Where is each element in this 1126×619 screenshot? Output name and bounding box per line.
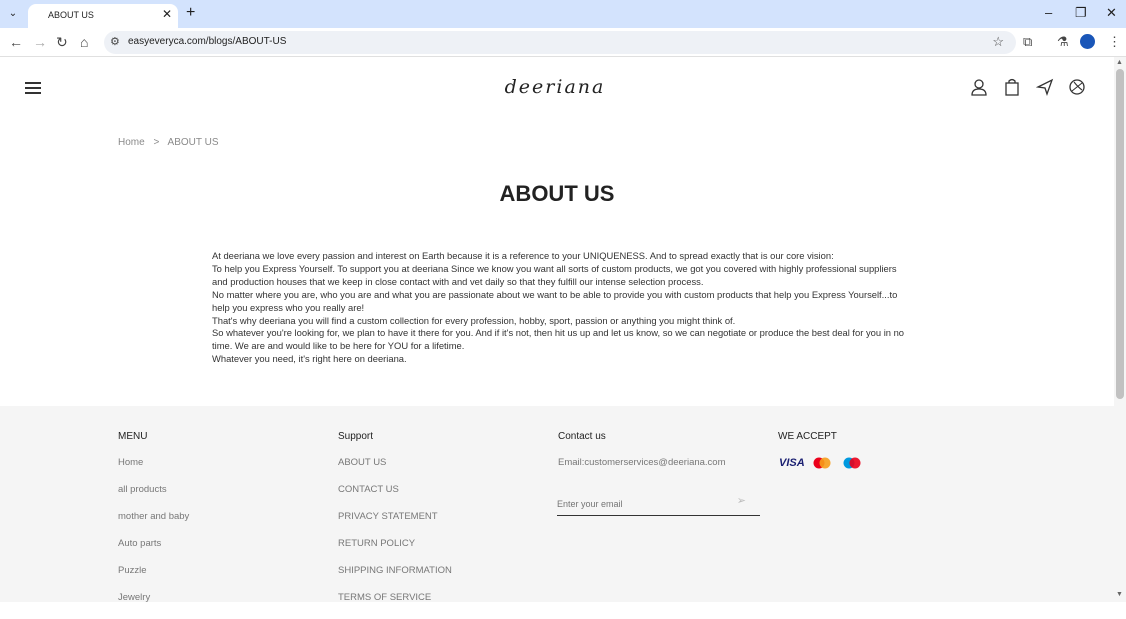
site-info-icon[interactable]: ⚙ [110, 35, 120, 48]
bookmark-star-icon[interactable]: ☆ [992, 34, 1004, 50]
tab-title: ABOUT US [48, 10, 94, 20]
scroll-up-icon[interactable]: ▲ [1116, 59, 1123, 66]
close-tab-icon[interactable]: ✕ [162, 7, 172, 21]
reload-icon[interactable]: ↻ [56, 34, 68, 51]
page-title: ABOUT US [499, 181, 615, 206]
footer-link-shipping[interactable]: SHIPPING INFORMATION [338, 565, 452, 592]
scroll-down-icon[interactable]: ▼ [1116, 591, 1123, 598]
send-icon[interactable]: ➢ [737, 494, 746, 507]
footer-link-jewelry[interactable]: Jewelry [118, 592, 189, 619]
scrollbar-thumb[interactable] [1116, 69, 1124, 399]
footer-menu-heading: MENU [118, 431, 148, 442]
footer-menu-column: MENU Home all products mother and baby A… [118, 431, 189, 619]
about-paragraph: Whatever you need, it's right here on de… [212, 353, 407, 365]
restore-icon[interactable]: ❐ [1075, 5, 1087, 21]
profile-avatar[interactable] [1080, 34, 1095, 49]
home-icon[interactable]: ⌂ [80, 34, 88, 50]
footer-link-home[interactable]: Home [118, 457, 189, 484]
newsletter-email-field[interactable]: ➢ [557, 494, 760, 516]
site-footer: MENU Home all products mother and baby A… [0, 406, 1114, 603]
mastercard-logo [813, 457, 831, 469]
footer-accept-column: WE ACCEPT [778, 431, 837, 457]
about-paragraph: At deeriana we love every passion and in… [212, 250, 834, 261]
visa-logo: VISA [779, 457, 805, 469]
labs-icon[interactable]: ⚗ [1057, 34, 1069, 50]
maestro-logo [843, 457, 861, 469]
footer-contact-heading: Contact us [558, 431, 606, 442]
close-window-icon[interactable]: ✕ [1106, 5, 1117, 21]
footer-link-auto-parts[interactable]: Auto parts [118, 538, 189, 565]
cart-bag-icon[interactable] [1003, 78, 1021, 96]
extensions-icon[interactable]: ⧉ [1023, 34, 1032, 50]
tab-search-icon[interactable]: ⌄ [4, 6, 22, 22]
about-paragraph: No matter where you are, who you are and… [212, 288, 898, 313]
back-icon[interactable]: ← [9, 34, 23, 50]
url-text[interactable]: easyeveryca.com/blogs/ABOUT-US [128, 36, 286, 47]
footer-link-all-products[interactable]: all products [118, 484, 189, 511]
newsletter-email-input[interactable] [557, 499, 727, 509]
footer-link-about-us[interactable]: ABOUT US [338, 457, 452, 484]
address-bar[interactable]: ⚙ easyeveryca.com/blogs/ABOUT-US ☆ [104, 31, 1016, 54]
about-paragraph: So whatever you're looking for, we plan … [212, 327, 905, 352]
page-scrollbar[interactable]: ▲ ▼ [1114, 57, 1126, 602]
footer-support-column: Support ABOUT US CONTACT US PRIVACY STAT… [338, 431, 452, 619]
breadcrumb-separator: > [153, 137, 160, 148]
new-tab-icon[interactable]: + [186, 4, 195, 22]
contact-email-link[interactable]: Email:customerservices@deeriana.com [558, 457, 726, 484]
footer-contact-column: Contact us Email:customerservices@deeria… [558, 431, 726, 484]
breadcrumb: Home > ABOUT US [118, 137, 218, 148]
about-content: At deeriana we love every passion and in… [212, 250, 907, 366]
footer-link-contact-us[interactable]: CONTACT US [338, 484, 452, 511]
browser-tab-bar: ⌄ ABOUT US ✕ + – ❐ ✕ [0, 0, 1126, 28]
minimize-icon[interactable]: – [1045, 5, 1052, 20]
plane-icon[interactable] [1036, 78, 1054, 96]
breadcrumb-home[interactable]: Home [118, 137, 145, 148]
forward-icon[interactable]: → [33, 34, 47, 50]
breadcrumb-current: ABOUT US [167, 137, 219, 148]
footer-link-return-policy[interactable]: RETURN POLICY [338, 538, 452, 565]
footer-link-terms[interactable]: TERMS OF SERVICE [338, 592, 452, 619]
browser-tab[interactable]: ABOUT US ✕ [28, 4, 178, 28]
browser-toolbar: ← → ↻ ⌂ ⚙ easyeveryca.com/blogs/ABOUT-US… [0, 28, 1126, 57]
footer-support-heading: Support [338, 431, 374, 442]
about-paragraph: That's why deeriana you will find a cust… [212, 314, 736, 326]
footer-link-puzzle[interactable]: Puzzle [118, 565, 189, 592]
site-logo[interactable]: deeriana [0, 76, 1110, 98]
footer-accept-heading: WE ACCEPT [778, 431, 837, 442]
about-paragraph: To help you Express Yourself. To support… [212, 262, 897, 287]
footer-link-privacy[interactable]: PRIVACY STATEMENT [338, 511, 452, 538]
globe-icon[interactable] [1068, 78, 1086, 96]
account-icon[interactable] [970, 78, 988, 96]
menu-kebab-icon[interactable]: ⋮ [1108, 34, 1121, 50]
footer-link-mother-and-baby[interactable]: mother and baby [118, 511, 189, 538]
